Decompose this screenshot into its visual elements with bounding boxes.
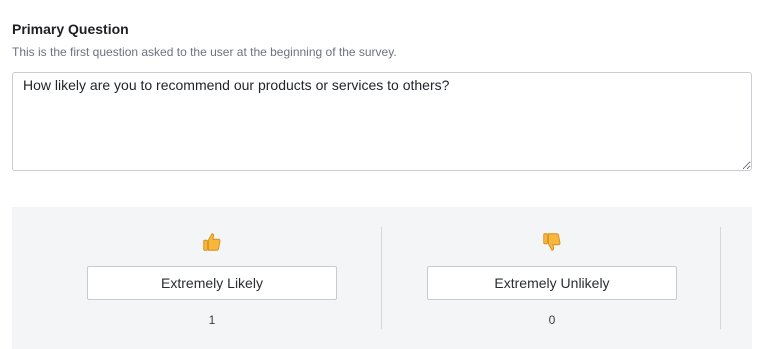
extremely-likely-button[interactable]: Extremely Likely [87,266,337,300]
column-divider [720,227,721,329]
extremely-unlikely-button[interactable]: Extremely Unlikely [427,266,677,300]
question-textarea[interactable]: How likely are you to recommend our prod… [12,72,752,171]
primary-question-description: This is the first question asked to the … [12,45,397,59]
thumbs-down-icon [543,233,561,251]
answer-option-unlikely: Extremely Unlikely 0 [382,207,722,349]
answer-options-panel: Extremely Likely 1 Extremely Unlikely 0 [12,207,752,349]
unlikely-count: 0 [548,313,556,327]
primary-question-title: Primary Question [12,21,129,37]
answer-option-likely: Extremely Likely 1 [42,207,382,349]
likely-count: 1 [208,313,216,327]
thumbs-up-icon [203,233,221,251]
